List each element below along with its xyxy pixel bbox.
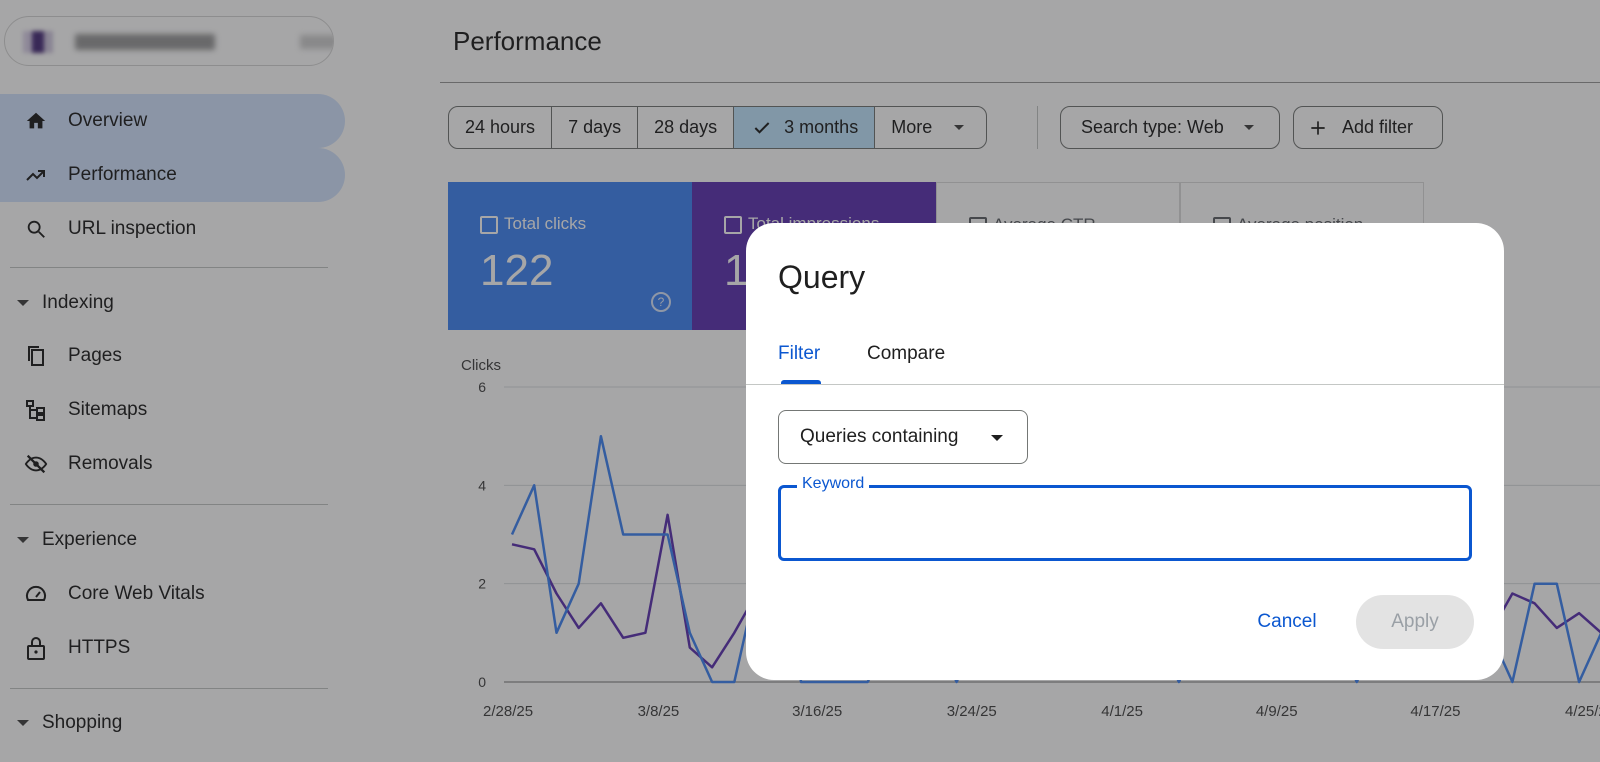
dropdown-arrow-icon [991,435,1003,441]
tab-compare[interactable]: Compare [867,343,945,365]
dialog-title: Query [778,259,866,295]
select-value: Queries containing [800,426,959,447]
query-match-select[interactable]: Queries containing [778,410,1028,464]
keyword-field: Keyword [778,475,1472,561]
query-filter-dialog: Query Filter Compare Queries containing … [746,223,1504,680]
cancel-button[interactable]: Cancel [1242,595,1332,649]
keyword-input[interactable] [781,488,1469,558]
tab-filter[interactable]: Filter [778,343,820,365]
tab-divider [746,384,1504,385]
apply-button[interactable]: Apply [1356,595,1474,649]
